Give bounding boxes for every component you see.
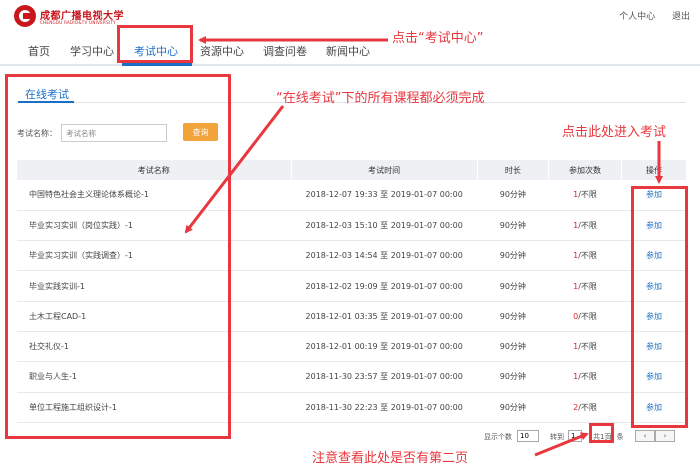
highlight-exam-center bbox=[117, 25, 193, 63]
prev-page-button[interactable]: ‹ bbox=[635, 430, 655, 442]
note-must-complete: “在线考试”下的所有课程都必须完成 bbox=[276, 91, 485, 106]
nav-survey[interactable]: 调查问卷 bbox=[263, 43, 307, 59]
attempts-limit: /不限 bbox=[578, 372, 597, 382]
per-page-label: 显示个数 bbox=[484, 433, 512, 441]
attempts-limit: /不限 bbox=[578, 190, 597, 200]
exam-attempts: 0/不限 bbox=[548, 301, 622, 332]
exam-attempts: 1/不限 bbox=[548, 180, 622, 211]
exam-duration: 90分钟 bbox=[477, 210, 549, 242]
exam-duration: 90分钟 bbox=[477, 361, 549, 393]
next-page-button[interactable]: › bbox=[655, 430, 675, 442]
col-action: 操作 bbox=[621, 160, 687, 180]
col-attempts: 参加次数 bbox=[548, 160, 623, 180]
top-bar: 成都广播电视大学 CHENGDU RADIO&TV UNIVERSITY 个人中… bbox=[0, 0, 700, 34]
university-logo[interactable]: 成都广播电视大学 CHENGDU RADIO&TV UNIVERSITY bbox=[14, 5, 124, 29]
exam-time: 2018-12-03 14:54 至 2019-01-07 00:00 bbox=[291, 240, 478, 272]
attempts-limit: /不限 bbox=[578, 220, 597, 230]
logo-english-name: CHENGDU RADIO&TV UNIVERSITY bbox=[40, 20, 116, 25]
exam-attempts: 1/不限 bbox=[548, 270, 622, 302]
exam-attempts: 1/不限 bbox=[548, 331, 622, 363]
attempts-limit: /不限 bbox=[578, 402, 597, 412]
attempts-limit: /不限 bbox=[578, 281, 597, 291]
exam-duration: 90分钟 bbox=[477, 331, 549, 363]
exam-duration: 90分钟 bbox=[477, 240, 549, 272]
per-page-input[interactable] bbox=[517, 430, 539, 442]
nav-resource-center[interactable]: 资源中心 bbox=[200, 43, 244, 59]
highlight-online-exam-area bbox=[5, 74, 231, 439]
exam-time: 2018-12-07 19:33 至 2019-01-07 00:00 bbox=[291, 180, 478, 211]
exam-duration: 90分钟 bbox=[477, 180, 549, 211]
user-links: 个人中心 退出 bbox=[605, 9, 690, 22]
main-nav: 首页 学习中心 考试中心 资源中心 调查问卷 新闻中心 bbox=[0, 36, 700, 66]
attempts-limit: /不限 bbox=[578, 251, 597, 261]
exam-time: 2018-12-02 19:09 至 2019-01-07 00:00 bbox=[291, 270, 478, 302]
note-click-exam-center: 点击“考试中心” bbox=[392, 31, 484, 46]
nav-news-center[interactable]: 新闻中心 bbox=[326, 43, 370, 59]
nav-home[interactable]: 首页 bbox=[28, 43, 50, 59]
chevron-left-icon: ‹ bbox=[643, 432, 647, 440]
note-click-to-enter: 点击此处进入考试 bbox=[562, 125, 667, 140]
exam-duration: 90分钟 bbox=[477, 270, 549, 302]
chevron-right-icon: › bbox=[663, 432, 667, 440]
goto-label: 转到 bbox=[550, 433, 564, 441]
attempts-limit: /不限 bbox=[578, 311, 597, 321]
exam-time: 2018-11-30 23:57 至 2019-01-07 00:00 bbox=[291, 361, 478, 393]
nav-learning-center[interactable]: 学习中心 bbox=[70, 43, 114, 59]
note-check-second-page: 注意查看此处是否有第二页 bbox=[312, 451, 469, 466]
logo-emblem-icon bbox=[14, 5, 36, 27]
exam-time: 2018-11-30 22:23 至 2019-01-07 00:00 bbox=[291, 392, 478, 423]
user-center-link[interactable]: 个人中心 bbox=[619, 12, 655, 22]
exam-attempts: 1/不限 bbox=[548, 240, 622, 272]
col-duration: 时长 bbox=[477, 160, 549, 180]
nav-active-indicator bbox=[122, 63, 192, 66]
highlight-page-count bbox=[589, 423, 614, 443]
exam-time: 2018-12-01 00:19 至 2019-01-07 00:00 bbox=[291, 331, 478, 363]
exam-attempts: 2/不限 bbox=[548, 392, 622, 423]
exam-attempts: 1/不限 bbox=[548, 361, 622, 393]
col-exam-time: 考试时间 bbox=[291, 160, 478, 180]
logout-link[interactable]: 退出 bbox=[672, 12, 690, 22]
exam-time: 2018-12-01 03:35 至 2019-01-07 00:00 bbox=[291, 301, 478, 332]
highlight-join-column bbox=[631, 186, 688, 428]
goto-page-input[interactable] bbox=[568, 430, 582, 442]
exam-time: 2018-12-03 15:10 至 2019-01-07 00:00 bbox=[291, 210, 478, 242]
attempts-limit: /不限 bbox=[578, 342, 597, 352]
exam-duration: 90分钟 bbox=[477, 301, 549, 332]
exam-attempts: 1/不限 bbox=[548, 210, 622, 242]
exam-duration: 90分钟 bbox=[477, 392, 549, 423]
